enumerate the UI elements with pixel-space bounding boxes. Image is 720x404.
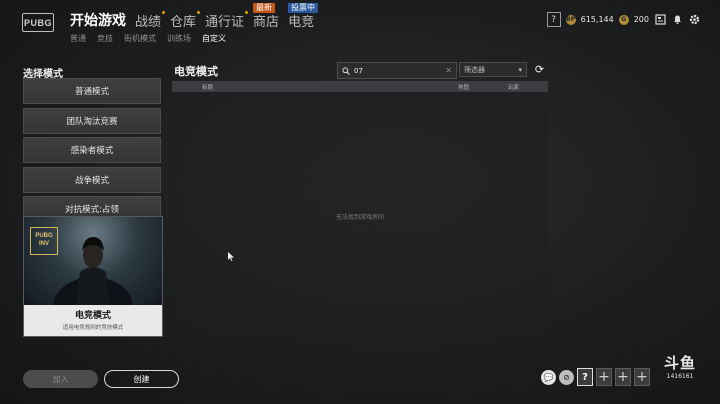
pubg-logo: PUBG	[22, 13, 54, 32]
esports-mode-title: 电竞模式	[74, 311, 111, 321]
search-input[interactable]: 07 ✕	[337, 62, 457, 79]
nav-stats[interactable]: 战绩	[135, 11, 166, 30]
refresh-icon: ⟳	[534, 63, 545, 76]
subnav-ranked[interactable]: 竞技	[97, 33, 113, 44]
bp-amount: 615,144	[580, 15, 614, 24]
nav-store[interactable]: 最新 商店	[253, 3, 280, 30]
mode-war-button[interactable]: 战争模式	[23, 166, 161, 193]
bell-icon[interactable]	[671, 14, 683, 26]
notification-dot	[245, 11, 249, 14]
filter-dropdown[interactable]: 筛选器 ▾	[459, 62, 527, 77]
create-button[interactable]: 创建	[104, 370, 179, 388]
watermark-id: 1416161	[666, 373, 694, 380]
main-nav: 开始游戏 战绩 仓库 通行证 最新商店 投票中电竞	[70, 3, 323, 30]
news-icon[interactable]	[654, 14, 666, 26]
help-slot[interactable]: ?	[577, 368, 593, 386]
nav-start-game[interactable]: 开始游戏	[70, 10, 126, 30]
mouse-cursor-icon	[228, 252, 234, 263]
nav-label: 开始游戏	[70, 13, 126, 29]
mode-normal-button[interactable]: 普通模式	[23, 78, 161, 104]
subnav-normal[interactable]: 普通	[70, 33, 86, 44]
mode-infection-button[interactable]: 感染者模式	[23, 137, 161, 163]
esports-mode-image: PUBG INV	[24, 217, 162, 305]
bottom-tray: 💬 ⊘ ? + + +	[541, 368, 650, 386]
nav-esports[interactable]: 投票中 电竞	[288, 3, 319, 30]
notification-dot	[162, 11, 166, 14]
room-list-title: 电竞模式	[174, 65, 218, 78]
esports-mode-caption: 电竞模式 适用电竞规则的竞技模式	[24, 305, 162, 336]
join-button[interactable]: 加入	[23, 370, 98, 388]
mute-icon[interactable]: ⊘	[559, 369, 574, 385]
search-value: 07	[354, 66, 363, 75]
subnav-training[interactable]: 训练场	[167, 33, 191, 44]
currency-hud: ? BP 615,144 G 200	[546, 12, 700, 27]
nav-label: 仓库	[170, 15, 197, 30]
pubg-invitational-logo: PUBG INV	[30, 227, 58, 255]
notification-dot	[197, 11, 201, 14]
refresh-button[interactable]: ⟳	[532, 62, 547, 77]
nav-label: 电竞	[288, 15, 315, 30]
bp-coin-icon: BP	[565, 14, 576, 25]
mode-list: 普通模式 团队淘汰竞赛 感染者模式 战争模式 对抗模式:占领	[23, 78, 161, 226]
gear-icon[interactable]	[688, 14, 700, 26]
new-badge: 最新	[253, 3, 276, 13]
table-header: 标题 地图 玩家	[172, 81, 548, 92]
col-map[interactable]: 地图	[458, 83, 469, 91]
esports-mode-card[interactable]: PUBG INV 电竞模式 适用电竞规则的竞技模式	[23, 216, 163, 337]
nav-label: 战绩	[135, 15, 162, 30]
clear-icon[interactable]: ✕	[445, 66, 452, 75]
help-button[interactable]: ?	[546, 12, 561, 27]
search-icon	[342, 66, 350, 75]
subnav-custom[interactable]: 自定义	[202, 33, 226, 44]
col-title[interactable]: 标题	[202, 83, 213, 91]
add-friend-slot[interactable]: +	[634, 368, 650, 386]
chat-icon[interactable]: 💬	[541, 369, 556, 385]
watermark-brand: 斗鱼	[664, 354, 697, 372]
g-coin-icon: G	[618, 14, 629, 25]
douyu-watermark: 斗鱼 1416161	[664, 352, 696, 380]
add-friend-slot[interactable]: +	[615, 368, 631, 386]
voting-badge: 投票中	[288, 3, 319, 13]
chevron-down-icon: ▾	[518, 65, 522, 74]
empty-state-text: 无法找到游戏房间	[335, 214, 384, 221]
col-players[interactable]: 玩家	[508, 83, 519, 91]
esports-mode-subtitle: 适用电竞规则的竞技模式	[62, 325, 124, 331]
nav-inventory[interactable]: 仓库	[170, 11, 201, 30]
sub-nav: 普通 竞技 街机模式 训练场 自定义	[70, 33, 226, 44]
nav-label: 通行证	[205, 15, 245, 30]
add-friend-slot[interactable]: +	[596, 368, 612, 386]
mode-tdm-button[interactable]: 团队淘汰竞赛	[23, 107, 161, 134]
filter-label: 筛选器	[464, 65, 485, 74]
nav-pass[interactable]: 通行证	[205, 11, 249, 30]
nav-label: 商店	[253, 15, 280, 30]
g-coin-amount: 200	[633, 15, 649, 24]
subnav-arcade[interactable]: 街机模式	[124, 33, 156, 44]
room-table: 标题 地图 玩家 无法找到游戏房间	[172, 81, 548, 339]
